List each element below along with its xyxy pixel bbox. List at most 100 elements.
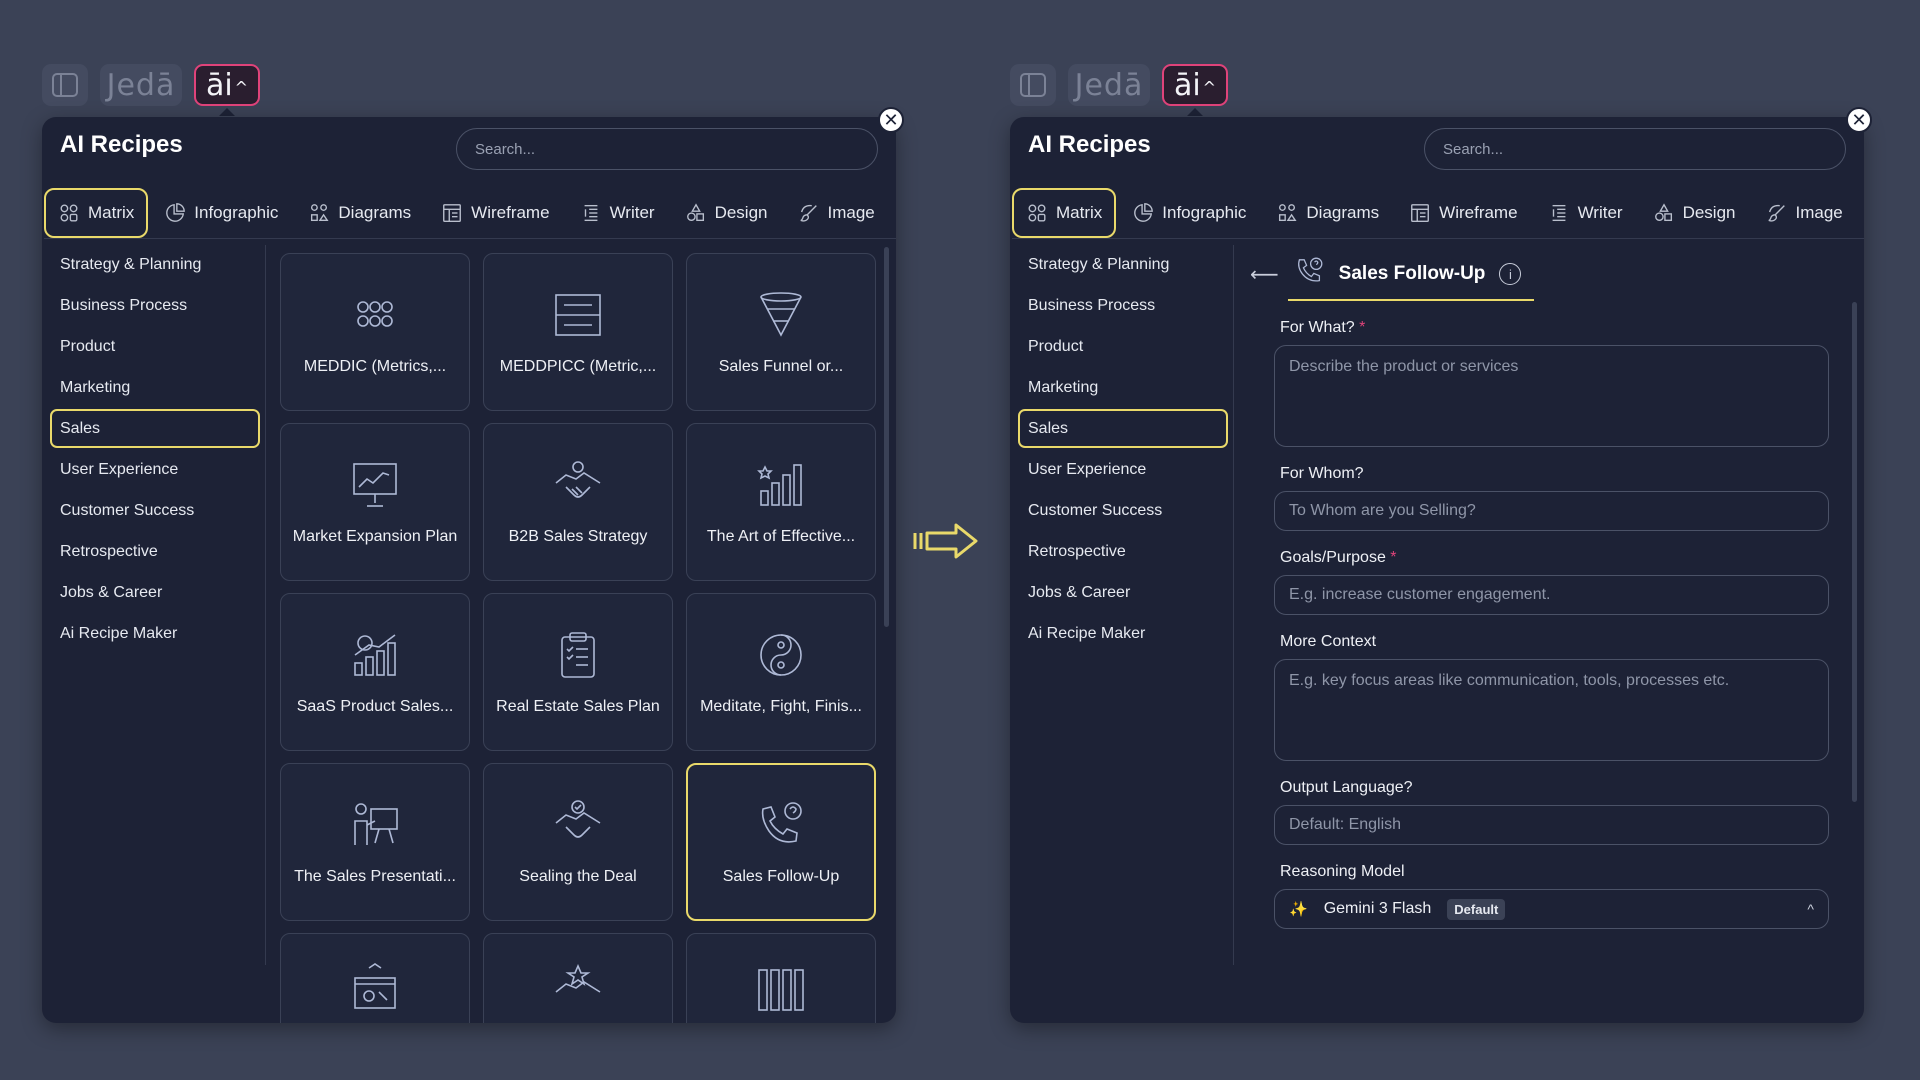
category-retrospective[interactable]: Retrospective [1018, 532, 1228, 571]
tab-label: Infographic [194, 202, 279, 222]
close-button[interactable]: ✕ [1846, 107, 1872, 133]
sidebar-toggle-button[interactable] [1010, 64, 1056, 106]
presentation-chart-icon [349, 459, 401, 516]
textarea-field[interactable]: E.g. key focus areas like communication,… [1274, 659, 1829, 761]
recipe-label: SaaS Product Sales... [296, 697, 454, 715]
tab-writer[interactable]: Writer [566, 188, 669, 238]
recipe-card[interactable] [280, 933, 470, 1023]
recipe-label: The Sales Presentati... [294, 867, 456, 885]
recipe-card[interactable]: Sales Funnel or... [686, 253, 876, 411]
field-placeholder: E.g. increase customer engagement. [1289, 586, 1551, 603]
category-customer-success[interactable]: Customer Success [50, 491, 260, 530]
recipe-card[interactable]: SaaS Product Sales... [280, 593, 470, 751]
recipe-card[interactable]: B2B Sales Strategy [483, 423, 673, 581]
recipe-card[interactable]: The Sales Presentati... [280, 763, 470, 921]
tab-diagrams[interactable]: Diagrams [1262, 188, 1393, 238]
sidebar-icon [1020, 73, 1046, 97]
sidebar-toggle-button[interactable] [42, 64, 88, 106]
category-business-process[interactable]: Business Process [1018, 286, 1228, 325]
tab-matrix[interactable]: Matrix [44, 187, 149, 238]
text-field[interactable]: Default: English [1274, 805, 1829, 845]
field-label: Reasoning Model [1280, 863, 1846, 881]
model-value: Gemini 3 Flash [1323, 900, 1432, 917]
tab-wireframe[interactable]: Wireframe [427, 188, 563, 238]
textarea-field[interactable]: Describe the product or services [1274, 345, 1829, 447]
back-arrow-icon[interactable]: ⟵ [1250, 262, 1279, 287]
info-icon[interactable]: i [1499, 263, 1522, 285]
brush-icon [798, 202, 820, 224]
field-label-text: Output Language? [1280, 779, 1413, 796]
category-marketing[interactable]: Marketing [50, 368, 260, 407]
ai-menu-button[interactable]: āi ^ [194, 64, 260, 116]
search-input[interactable] [456, 128, 878, 170]
tab-matrix[interactable]: Matrix [1012, 187, 1117, 238]
tab-wireframe[interactable]: Wireframe [1395, 188, 1531, 238]
recipe-card[interactable] [686, 933, 876, 1023]
tab-diagrams[interactable]: Diagrams [294, 188, 425, 238]
jeda-logo-button[interactable]: Jedā [100, 64, 182, 106]
yin-yang-icon [755, 629, 807, 686]
recipe-card[interactable]: Meditate, Fight, Finis... [686, 593, 876, 751]
category-product[interactable]: Product [50, 327, 260, 366]
recipe-card[interactable]: Real Estate Sales Plan [483, 593, 673, 751]
category-jobs-career[interactable]: Jobs & Career [50, 573, 260, 612]
sparkle-icon: ✨ [1289, 901, 1308, 918]
recipe-card[interactable]: MEDDIC (Metrics,... [280, 253, 470, 411]
field-label: Goals/Purpose * [1280, 549, 1846, 567]
tab-image[interactable]: Image [1752, 188, 1857, 238]
category-user-experience[interactable]: User Experience [50, 450, 260, 489]
category-product[interactable]: Product [1018, 327, 1228, 366]
field-label: For Whom? [1280, 465, 1846, 483]
scrollbar[interactable] [1852, 302, 1857, 802]
tab-label: Diagrams [338, 202, 412, 222]
category-marketing[interactable]: Marketing [1018, 368, 1228, 407]
recipe-card[interactable]: MEDDPICC (Metric,... [483, 253, 673, 411]
recipe-card[interactable]: The Art of Effective... [686, 423, 876, 581]
recipe-label: The Art of Effective... [706, 527, 856, 545]
tab-design[interactable]: Design [1639, 188, 1750, 238]
category-customer-success[interactable]: Customer Success [1018, 491, 1228, 530]
text-field[interactable]: E.g. increase customer engagement. [1274, 575, 1829, 615]
category-sales[interactable]: Sales [1018, 409, 1228, 448]
tab-image[interactable]: Image [784, 188, 889, 238]
recipe-card[interactable] [483, 933, 673, 1023]
text-field[interactable]: To Whom are you Selling? [1274, 491, 1829, 531]
field-placeholder: Describe the product or services [1289, 358, 1519, 375]
field-label: More Context [1280, 633, 1846, 651]
field-placeholder: Default: English [1289, 816, 1402, 833]
category-strategy-planning[interactable]: Strategy & Planning [50, 245, 260, 284]
tab-writer[interactable]: Writer [1534, 188, 1637, 238]
recipe-label: Sales Funnel or... [718, 357, 844, 375]
diagram-icon [308, 202, 330, 224]
category-ai-recipe-maker[interactable]: Ai Recipe Maker [1018, 614, 1228, 653]
tab-infographic[interactable]: Infographic [1118, 188, 1260, 238]
category-ai-recipe-maker[interactable]: Ai Recipe Maker [50, 614, 260, 653]
category-sales[interactable]: Sales [50, 409, 260, 448]
category-jobs-career[interactable]: Jobs & Career [1018, 573, 1228, 612]
category-business-process[interactable]: Business Process [50, 286, 260, 325]
model-select[interactable]: ✨ Gemini 3 Flash Default ^ [1274, 889, 1829, 929]
recipe-label: MEDDPICC (Metric,... [499, 357, 657, 375]
category-strategy-planning[interactable]: Strategy & Planning [1018, 245, 1228, 284]
close-button[interactable]: ✕ [878, 107, 904, 133]
divider [265, 245, 266, 965]
search-input[interactable] [1424, 128, 1846, 170]
category-retrospective[interactable]: Retrospective [50, 532, 260, 571]
chevron-up-icon: ^ [234, 77, 249, 97]
recipe-card[interactable]: Market Expansion Plan [280, 423, 470, 581]
recipe-card[interactable]: Sales Follow-Up [686, 763, 876, 921]
recipe-label: Sealing the Deal [519, 867, 637, 885]
chevron-up-icon: ^ [1807, 901, 1814, 917]
tab-infographic[interactable]: Infographic [150, 188, 292, 238]
tab-design[interactable]: Design [671, 188, 782, 238]
scrollbar[interactable] [884, 247, 889, 627]
category-user-experience[interactable]: User Experience [1018, 450, 1228, 489]
recipe-grid: MEDDIC (Metrics,... MEDDPICC (Metric,... S… [280, 253, 877, 1023]
jeda-logo-button[interactable]: Jedā [1068, 64, 1150, 106]
ai-logo: āi [205, 67, 233, 103]
wireframe-icon [1409, 202, 1431, 224]
divider [1233, 245, 1234, 965]
ai-menu-button[interactable]: āi ^ [1162, 64, 1228, 116]
recipe-card[interactable]: Sealing the Deal [483, 763, 673, 921]
panel-title: AI Recipes [1028, 131, 1151, 158]
